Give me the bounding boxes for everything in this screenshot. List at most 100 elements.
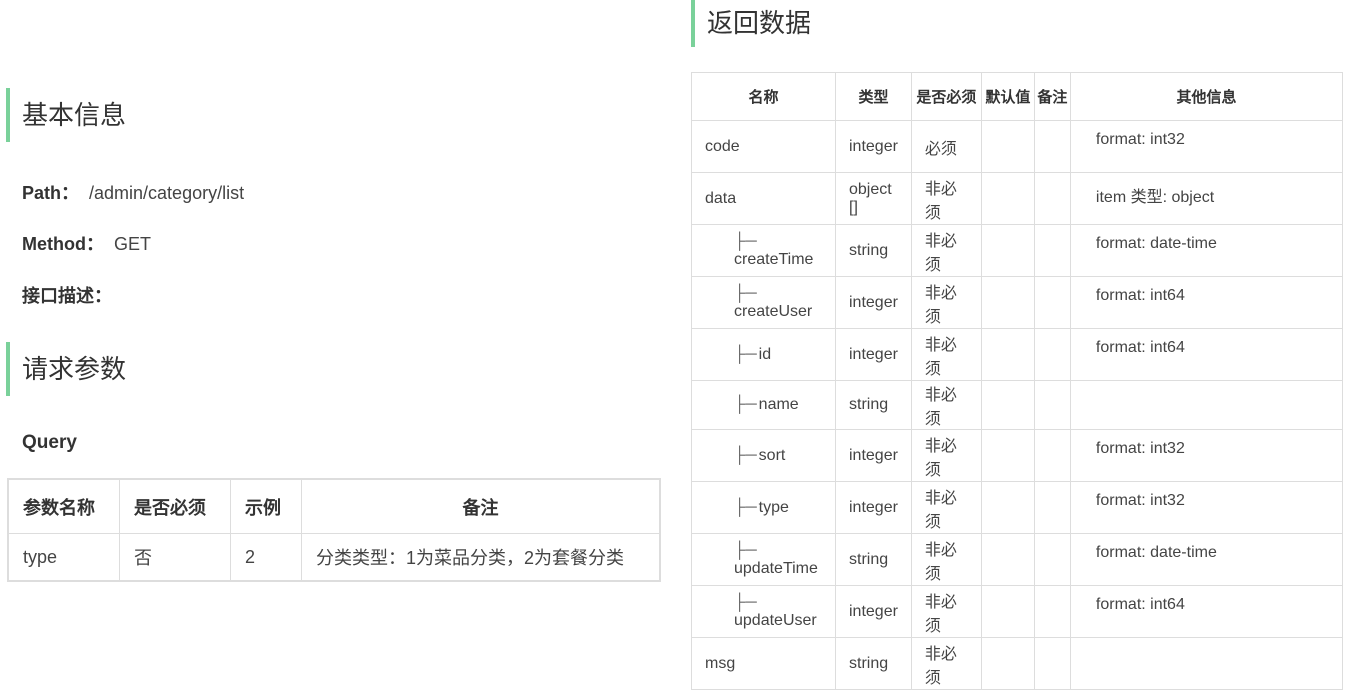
field-note — [1033, 172, 1071, 225]
field-other: format: date-time — [1069, 224, 1344, 277]
field-required-text: 非必须 — [924, 336, 957, 378]
table-row: msg string 非必须 — [691, 637, 1344, 690]
col-type: 类型 — [835, 72, 912, 121]
param-name: type — [7, 533, 120, 582]
field-name: ├─createUser — [691, 276, 836, 329]
param-note: 分类类型：1为菜品分类，2为套餐分类 — [301, 533, 661, 582]
field-type: integer — [835, 328, 912, 381]
field-type: string — [835, 380, 912, 430]
method-value: GET — [113, 234, 151, 254]
field-type-text: integer — [849, 498, 898, 516]
tree-branch-icon: ├─ — [734, 446, 757, 464]
field-name: data — [691, 172, 836, 225]
field-required-text: 非必须 — [924, 593, 957, 635]
field-other: item 类型: object — [1069, 172, 1344, 225]
field-name: code — [691, 120, 836, 173]
field-name: msg — [691, 637, 836, 690]
field-type: integer — [835, 276, 912, 329]
field-type-text: integer — [849, 345, 898, 363]
col-note: 备注 — [301, 478, 661, 534]
field-type-text: integer — [849, 293, 898, 311]
path-value: /admin/category/list — [89, 183, 245, 203]
field-note — [1033, 585, 1071, 638]
field-type: integer — [835, 585, 912, 638]
col-example: 示例 — [230, 478, 302, 534]
query-title: Query — [22, 432, 77, 453]
col-name: 名称 — [691, 72, 836, 121]
field-other — [1069, 380, 1344, 430]
field-default — [980, 276, 1035, 329]
description-label: 接口描述： — [22, 286, 112, 306]
field-name-text: updateUser — [734, 611, 817, 629]
field-other: format: int32 — [1069, 120, 1344, 173]
field-name-text: name — [758, 396, 799, 413]
field-note — [1033, 429, 1071, 482]
field-name-text: msg — [705, 654, 736, 672]
field-other-text: format: int64 — [1095, 339, 1185, 356]
field-name: ├─createTime — [691, 224, 836, 277]
field-required: 非必须 — [910, 533, 982, 586]
field-other-text: format: int32 — [1095, 131, 1185, 148]
field-name: ├─ type — [691, 481, 836, 534]
field-name: ├─ sort — [691, 429, 836, 482]
field-other-text: format: date-time — [1095, 235, 1217, 252]
description-row: 接口描述： — [22, 282, 112, 308]
field-type: integer — [835, 481, 912, 534]
field-name-text: data — [705, 189, 737, 207]
field-default — [980, 637, 1035, 690]
field-note — [1033, 224, 1071, 277]
field-type-text: integer — [849, 602, 898, 620]
field-note — [1033, 328, 1071, 381]
field-required-text: 非必须 — [924, 284, 957, 326]
field-name-text: type — [758, 498, 789, 516]
table-row: data object [] 非必须 item 类型: object — [691, 172, 1344, 225]
method-label: Method： — [22, 234, 104, 254]
field-type: integer — [835, 120, 912, 173]
table-row: ├─ sort integer 非必须 format: int32 — [691, 429, 1344, 482]
table-row: ├─ id integer 非必须 format: int64 — [691, 328, 1344, 381]
field-required-text: 非必须 — [924, 232, 957, 274]
field-note — [1033, 481, 1071, 534]
field-name: ├─updateTime — [691, 533, 836, 586]
table-row: ├─updateTime string 非必须 format: date-time — [691, 533, 1344, 586]
field-required: 非必须 — [910, 637, 982, 690]
field-name-text: updateTime — [734, 559, 818, 577]
field-name: ├─ id — [691, 328, 836, 381]
field-type-text: string — [849, 550, 889, 568]
col-required: 是否必须 — [910, 72, 982, 121]
field-type: object [] — [835, 172, 912, 225]
table-header-row: 名称 类型 是否必须 默认值 备注 其他信息 — [691, 72, 1344, 121]
field-other: format: int64 — [1069, 585, 1344, 638]
query-params-table: 参数名称 是否必须 示例 备注 type 否 2 分类类型：1为菜品分类，2为套… — [7, 478, 661, 582]
field-required-text: 非必须 — [924, 541, 957, 583]
table-row: ├─createUser integer 非必须 format: int64 — [691, 276, 1344, 329]
field-type-text: object [] — [849, 180, 892, 216]
field-required-text: 必须 — [924, 140, 957, 158]
field-default — [980, 120, 1035, 173]
field-required-text: 非必须 — [924, 489, 957, 531]
field-name-text: code — [705, 137, 740, 155]
field-required-text: 非必须 — [924, 645, 957, 687]
field-other-text: format: int64 — [1095, 596, 1185, 613]
tree-branch-icon: ├─ — [734, 498, 757, 516]
field-required: 非必须 — [910, 429, 982, 482]
field-default — [980, 172, 1035, 225]
field-note — [1033, 637, 1071, 690]
table-row: ├─ name string 非必须 — [691, 380, 1344, 430]
field-other-text: format: int32 — [1095, 440, 1185, 457]
field-other-text: item 类型: object — [1095, 189, 1215, 206]
field-note — [1033, 276, 1071, 329]
field-required: 必须 — [910, 120, 982, 173]
field-required: 非必须 — [910, 172, 982, 225]
col-note: 备注 — [1033, 72, 1071, 121]
field-name: ├─updateUser — [691, 585, 836, 638]
field-other-text: format: date-time — [1095, 544, 1217, 561]
field-other: format: int32 — [1069, 481, 1344, 534]
field-required-text: 非必须 — [924, 437, 957, 479]
field-type-text: string — [849, 654, 889, 672]
field-other: format: date-time — [1069, 533, 1344, 586]
field-type: string — [835, 637, 912, 690]
field-default — [980, 380, 1035, 430]
field-type: string — [835, 533, 912, 586]
col-required: 是否必须 — [119, 478, 231, 534]
